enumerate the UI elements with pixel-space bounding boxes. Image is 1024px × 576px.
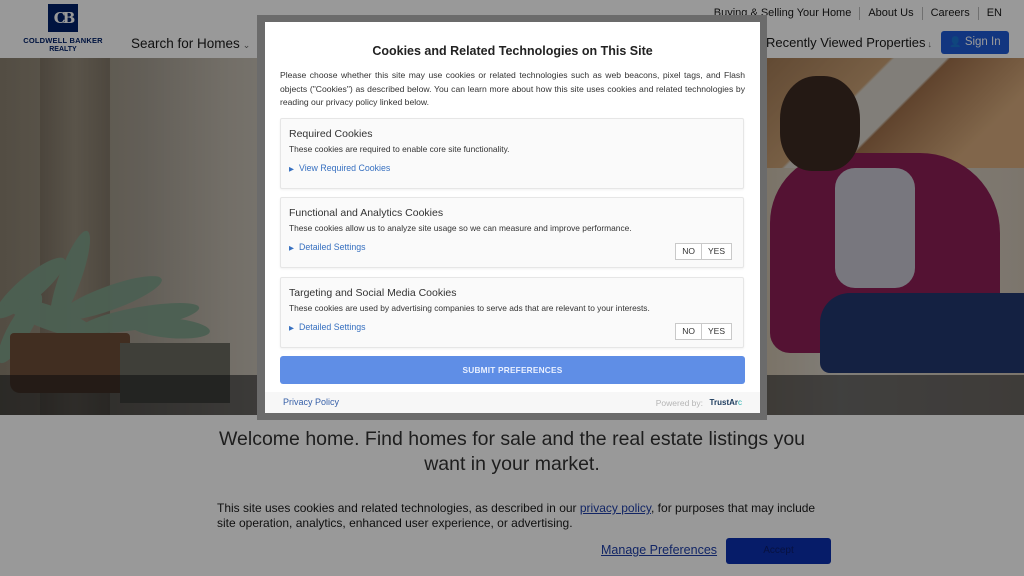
dialog-title: Cookies and Related Technologies on This… xyxy=(372,44,653,58)
section-description: These cookies are required to enable cor… xyxy=(289,144,510,154)
cookie-preferences-dialog: Cookies and Related Technologies on This… xyxy=(265,22,760,413)
section-title: Targeting and Social Media Cookies xyxy=(289,287,457,299)
targeting-yes-button[interactable]: YES xyxy=(700,324,731,339)
targeting-detailed-settings-link[interactable]: ▶ Detailed Settings xyxy=(289,322,366,332)
triangle-right-icon: ▶ xyxy=(289,325,294,332)
link-label: View Required Cookies xyxy=(299,163,391,173)
functional-detailed-settings-link[interactable]: ▶ Detailed Settings xyxy=(289,242,366,252)
dialog-intro: Please choose whether this site may use … xyxy=(280,70,745,107)
triangle-right-icon: ▶ xyxy=(289,166,294,173)
view-required-cookies-link[interactable]: ▶ View Required Cookies xyxy=(289,163,390,173)
dialog-privacy-policy-link[interactable]: Privacy Policy xyxy=(283,397,339,407)
link-label: Detailed Settings xyxy=(299,242,366,252)
section-description: These cookies are used by advertising co… xyxy=(289,303,650,313)
section-title: Required Cookies xyxy=(289,128,373,140)
triangle-right-icon: ▶ xyxy=(289,245,294,252)
targeting-consent-toggle: NO YES xyxy=(675,323,732,340)
required-cookies-section: Required Cookies These cookies are requi… xyxy=(280,118,744,189)
trustarc-name: TrustAr xyxy=(709,398,738,407)
section-description: These cookies allow us to analyze site u… xyxy=(289,223,632,233)
submit-preferences-button[interactable]: SUBMIT PREFERENCES xyxy=(280,356,745,384)
section-title: Functional and Analytics Cookies xyxy=(289,207,444,219)
targeting-social-section: Targeting and Social Media Cookies These… xyxy=(280,277,744,348)
functional-no-button[interactable]: NO xyxy=(676,244,701,259)
functional-analytics-section: Functional and Analytics Cookies These c… xyxy=(280,197,744,268)
functional-consent-toggle: NO YES xyxy=(675,243,732,260)
link-label: Detailed Settings xyxy=(299,322,366,332)
trustarc-suffix: c xyxy=(738,398,742,407)
trustarc-logo: TrustArc xyxy=(710,398,742,407)
functional-yes-button[interactable]: YES xyxy=(700,244,731,259)
dialog-footer: Privacy Policy Powered by: TrustArc xyxy=(265,392,760,413)
powered-by-label: Powered by: xyxy=(655,398,703,408)
targeting-no-button[interactable]: NO xyxy=(676,324,701,339)
